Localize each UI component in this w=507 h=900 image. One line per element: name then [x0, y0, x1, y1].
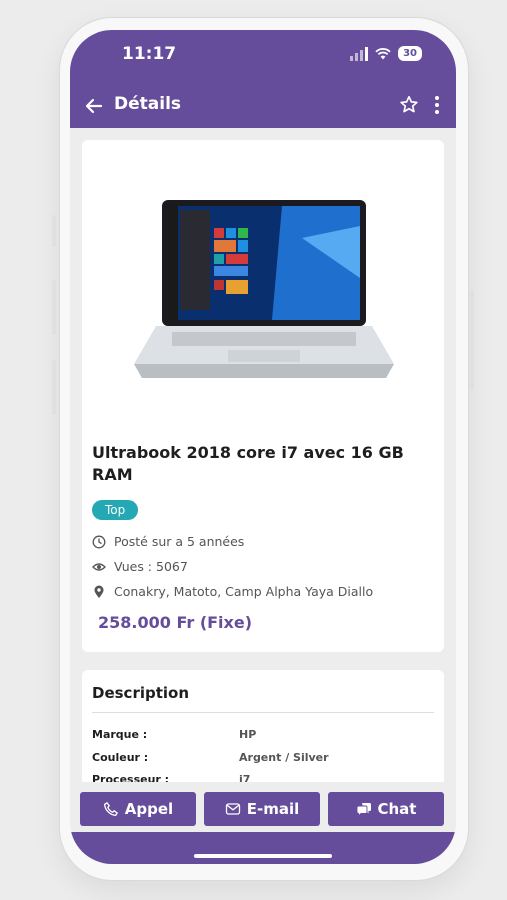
location-pin-icon	[94, 585, 104, 598]
page-title: Détails	[114, 94, 182, 114]
price: 258.000 Fr (Fixe)	[98, 613, 253, 632]
phone-icon	[103, 802, 118, 817]
bottom-bar	[70, 832, 456, 864]
divider	[92, 712, 434, 713]
status-bar: 11:17 30	[70, 30, 456, 88]
side-button	[52, 280, 56, 335]
call-button[interactable]: Appel	[80, 792, 196, 826]
chat-button-label: Chat	[377, 800, 417, 818]
posted-row: Posté sur a 5 années	[92, 534, 244, 549]
call-button-label: Appel	[124, 800, 174, 818]
app-bar: Détails	[70, 88, 456, 128]
app-screen: 11:17 30 Détails Ultrabook 2018 core i7 …	[70, 30, 456, 864]
side-button	[52, 215, 56, 247]
clock-icon	[92, 535, 106, 548]
chat-button[interactable]: Chat	[328, 792, 444, 826]
product-title: Ultrabook 2018 core i7 avec 16 GB RAM	[92, 443, 404, 484]
description-title: Description	[92, 684, 190, 702]
location-text: Conakry, Matoto, Camp Alpha Yaya Diallo	[114, 584, 374, 599]
action-bar: Appel E-mail Chat	[70, 782, 456, 832]
side-button	[470, 290, 474, 390]
spec-label: Couleur :	[92, 751, 149, 764]
status-icons: 30	[350, 46, 422, 61]
views-text: Vues : 5067	[114, 559, 188, 574]
chat-icon	[356, 803, 371, 817]
battery-indicator: 30	[398, 46, 422, 61]
status-time: 11:17	[122, 44, 177, 64]
top-badge: Top	[92, 500, 139, 520]
wifi-icon	[375, 48, 391, 60]
posted-text: Posté sur a 5 années	[114, 534, 245, 549]
signal-icon	[350, 46, 369, 61]
mail-icon	[225, 803, 240, 815]
more-vertical-icon[interactable]	[432, 94, 442, 116]
email-button[interactable]: E-mail	[204, 792, 320, 826]
spec-label: Marque :	[92, 728, 148, 741]
spec-value: HP	[239, 728, 257, 741]
spec-value: Argent / Silver	[239, 751, 329, 764]
product-image[interactable]	[132, 198, 396, 380]
views-row: Vues : 5067	[92, 559, 188, 574]
email-button-label: E-mail	[246, 800, 300, 818]
side-button	[52, 360, 56, 415]
home-indicator[interactable]	[194, 854, 332, 858]
favorite-star-icon[interactable]	[398, 94, 420, 116]
product-card: Ultrabook 2018 core i7 avec 16 GB RAM To…	[82, 140, 444, 652]
location-row: Conakry, Matoto, Camp Alpha Yaya Diallo	[92, 584, 373, 599]
eye-icon	[92, 562, 106, 571]
back-arrow-icon[interactable]	[82, 94, 106, 118]
